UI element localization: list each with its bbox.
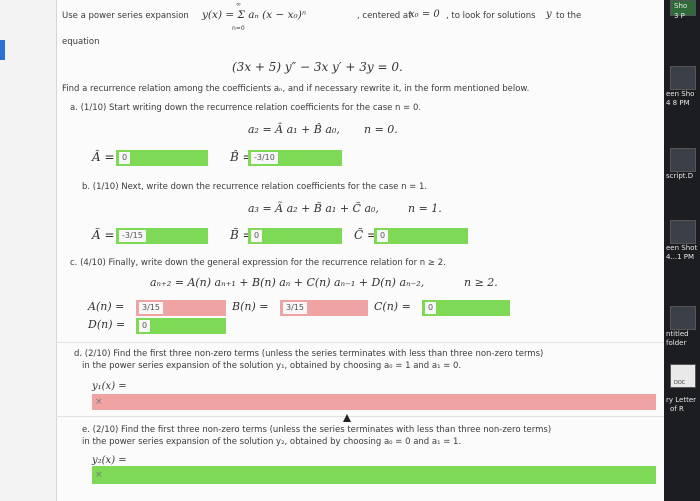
part-a-prompt: a. (1/10) Start writing down the recurre… — [70, 103, 422, 113]
part-a-condition: n = 0. — [364, 123, 398, 136]
section-divider — [56, 416, 664, 417]
part-a-B-field[interactable]: -3/10 — [248, 150, 342, 166]
part-b-B-value: 0 — [251, 230, 263, 242]
part-b-A-field[interactable]: -3/15 — [116, 228, 208, 244]
part-c-D-label: D(n) = — [88, 318, 126, 331]
desktop-item-label: ntitled — [666, 330, 689, 338]
part-a-A-field[interactable]: 0 — [116, 150, 208, 166]
intro-line-2: equation — [62, 37, 100, 47]
desktop-item-label: Sho — [674, 2, 688, 10]
part-c-prompt: c. (4/10) Finally, write down the genera… — [70, 258, 446, 268]
intro-text-a: Use a power series expansion — [62, 11, 189, 21]
desktop-item-label: of R — [670, 405, 684, 413]
desktop-item-label: een Sho — [666, 90, 695, 98]
part-c-C-field[interactable]: 0 — [422, 300, 510, 316]
part-c-D-value: 0 — [139, 320, 151, 332]
desktop-background: Sho 3 P een Sho 4 8 PM script.D een Shot… — [664, 0, 700, 501]
part-c-B-value: 3/15 — [283, 302, 307, 314]
part-b-A-label: Ã = — [92, 228, 115, 242]
intro-text-b: , centered at — [357, 11, 412, 21]
ode-equation: (3x + 5) y″ − 3x y′ + 3y = 0. — [232, 60, 403, 74]
part-b-B-field[interactable]: 0 — [248, 228, 342, 244]
part-d-incorrect-mark: × — [95, 397, 103, 407]
part-a-A-value: 0 — [119, 152, 131, 164]
left-sidebar — [0, 0, 57, 501]
desktop-file-icon[interactable] — [670, 220, 696, 244]
intro-y: y — [546, 9, 552, 20]
part-e-answer-label: y₂(x) = — [92, 455, 127, 466]
part-c-C-label: C(n) = — [374, 300, 411, 313]
part-b-relation: a₃ = Ã a₂ + B̃ a₁ + C̃ a₀, — [248, 202, 379, 215]
desktop-item-label: 4...1 PM — [666, 253, 695, 261]
desktop-file-icon[interactable] — [670, 148, 696, 172]
desktop-item-label: ry Letter — [666, 396, 697, 404]
part-c-A-label: A(n) = — [88, 300, 125, 313]
part-e-answer-field[interactable]: × — [92, 466, 656, 484]
part-b-A-value: -3/15 — [119, 230, 146, 242]
desktop-item-label: script.D — [666, 172, 694, 180]
part-a-A-label: Â = — [92, 150, 115, 164]
part-a-B-value: -3/10 — [251, 152, 278, 164]
part-c-C-value: 0 — [425, 302, 437, 314]
sum-lower-limit: n=0 — [232, 25, 245, 32]
part-c-condition: n ≥ 2. — [464, 276, 498, 289]
desktop-file-icon[interactable] — [670, 66, 696, 90]
desktop-item-label: folder — [666, 339, 687, 347]
part-c-D-field[interactable]: 0 — [136, 318, 226, 334]
instruction-text: Find a recurrence relation among the coe… — [62, 84, 530, 94]
series-formula: y(x) = Σ aₙ (x − x₀)ⁿ — [202, 9, 307, 21]
desktop-item-label: DOC — [674, 380, 686, 386]
part-d-answer-field[interactable]: × — [92, 394, 656, 410]
sidebar-marker — [0, 40, 5, 60]
part-c-A-value: 3/15 — [139, 302, 163, 314]
desktop-item-label: 4 8 PM — [666, 99, 690, 107]
section-divider — [56, 342, 664, 343]
part-e-prompt-1: e. (2/10) Find the first three non-zero … — [82, 425, 552, 435]
problem-content: Use a power series expansion y(x) = Σ aₙ… — [56, 0, 664, 501]
mouse-cursor-icon — [343, 414, 351, 422]
part-b-prompt: b. (1/10) Next, write down the recurrenc… — [82, 182, 428, 192]
folder-icon[interactable] — [670, 306, 696, 330]
center-value: x₀ = 0 — [409, 9, 440, 20]
sum-upper-limit: ∞ — [236, 1, 241, 8]
part-b-C-field[interactable]: 0 — [374, 228, 468, 244]
part-d-prompt-1: d. (2/10) Find the first three non-zero … — [74, 349, 544, 359]
part-a-relation: a₂ = Â a₁ + B̂ a₀, — [248, 123, 340, 136]
desktop-item-label: 3 P — [674, 12, 685, 20]
part-b-condition: n = 1. — [408, 202, 442, 215]
part-c-B-label: B(n) = — [232, 300, 269, 313]
part-d-prompt-2: in the power series expansion of the sol… — [82, 361, 462, 371]
part-d-answer-label: y₁(x) = — [92, 381, 127, 392]
intro-text-c: , to look for solutions — [446, 11, 536, 21]
desktop-item-label: een Shot — [666, 244, 698, 252]
part-b-C-value: 0 — [377, 230, 389, 242]
part-c-A-field[interactable]: 3/15 — [136, 300, 226, 316]
part-e-mark: × — [95, 470, 103, 480]
part-e-prompt-2: in the power series expansion of the sol… — [82, 437, 462, 447]
part-c-relation: aₙ₊₂ = A(n) aₙ₊₁ + B(n) aₙ + C(n) aₙ₋₁ +… — [150, 276, 425, 289]
intro-text-d: to the — [556, 11, 582, 21]
part-c-B-field[interactable]: 3/15 — [280, 300, 368, 316]
homework-page: Use a power series expansion y(x) = Σ aₙ… — [0, 0, 664, 501]
